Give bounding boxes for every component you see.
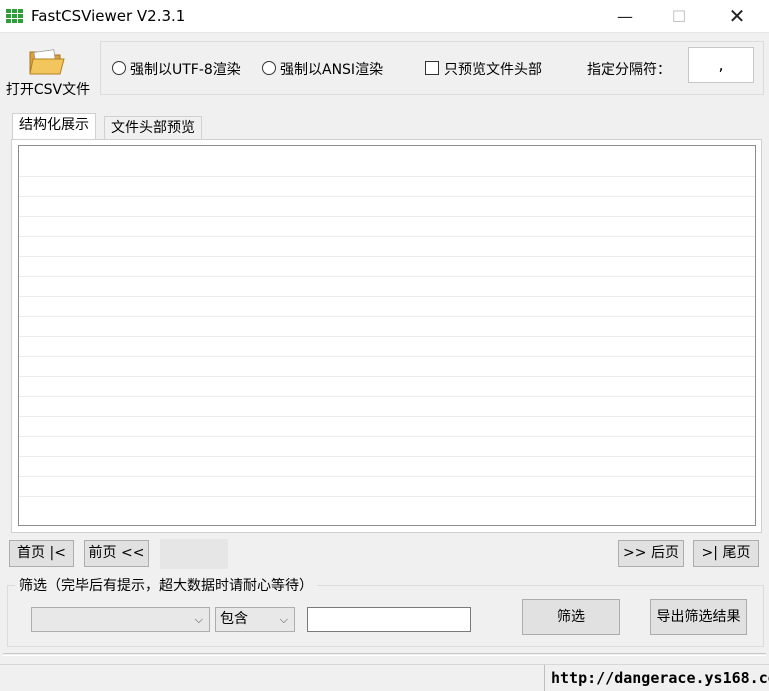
filter-text-input[interactable] bbox=[307, 607, 471, 632]
utf8-radio[interactable] bbox=[112, 61, 126, 75]
grid-row bbox=[19, 176, 755, 177]
grid-app-icon bbox=[6, 9, 24, 23]
status-url[interactable]: http://dangerace.ys168.com bbox=[544, 665, 769, 691]
grid-row bbox=[19, 256, 755, 257]
tab-header-preview[interactable]: 文件头部预览 bbox=[104, 116, 202, 140]
grid-row bbox=[19, 316, 755, 317]
structured-view-panel bbox=[11, 139, 762, 533]
close-button[interactable]: ✕ bbox=[714, 0, 760, 33]
filter-mode-select[interactable]: 包含 ⌵ bbox=[215, 607, 295, 632]
grid-row bbox=[19, 436, 755, 437]
preview-header-label[interactable]: 只预览文件头部 bbox=[444, 59, 542, 79]
chevron-down-icon: ⌵ bbox=[194, 613, 203, 626]
ansi-radio-label[interactable]: 强制以ANSI渲染 bbox=[280, 59, 383, 79]
window-title: FastCSViewer V2.3.1 bbox=[31, 7, 186, 25]
next-page-button[interactable]: >> 后页 bbox=[618, 540, 684, 567]
maximize-button[interactable]: ☐ bbox=[656, 0, 702, 33]
divider bbox=[3, 653, 766, 656]
render-options-panel: 强制以UTF-8渲染 强制以ANSI渲染 只预览文件头部 指定分隔符： , bbox=[100, 41, 764, 95]
minimize-button[interactable]: — bbox=[602, 0, 648, 33]
grid-row bbox=[19, 196, 755, 197]
separator-label: 指定分隔符： bbox=[587, 62, 671, 78]
grid-row bbox=[19, 236, 755, 237]
grid-row bbox=[19, 216, 755, 217]
folder-open-icon bbox=[29, 49, 65, 75]
tab-structured-view[interactable]: 结构化展示 bbox=[12, 113, 96, 140]
grid-row bbox=[19, 276, 755, 277]
filter-mode-value: 包含 bbox=[220, 611, 248, 627]
prev-page-button[interactable]: 前页 << bbox=[84, 540, 149, 567]
export-results-button[interactable]: 导出筛选结果 bbox=[650, 599, 747, 635]
ansi-radio[interactable] bbox=[262, 61, 276, 75]
filter-legend: 筛选（完毕后有提示，超大数据时请耐心等待） bbox=[15, 575, 317, 595]
page-info bbox=[160, 539, 228, 569]
filter-column-select[interactable]: ⌵ bbox=[31, 607, 210, 632]
preview-header-checkbox[interactable] bbox=[425, 61, 439, 75]
filter-button[interactable]: 筛选 bbox=[522, 599, 620, 635]
grid-row bbox=[19, 496, 755, 497]
data-grid[interactable] bbox=[18, 145, 756, 526]
grid-row bbox=[19, 356, 755, 357]
last-page-button[interactable]: >| 尾页 bbox=[693, 540, 759, 567]
grid-row bbox=[19, 296, 755, 297]
first-page-button[interactable]: 首页 |< bbox=[9, 540, 74, 567]
chevron-down-icon: ⌵ bbox=[279, 613, 288, 626]
grid-row bbox=[19, 456, 755, 457]
grid-row bbox=[19, 336, 755, 337]
open-csv-button[interactable]: 打开CSV文件 bbox=[3, 42, 90, 100]
title-bar: FastCSViewer V2.3.1 — ☐ ✕ bbox=[0, 0, 769, 33]
grid-row bbox=[19, 396, 755, 397]
grid-row bbox=[19, 376, 755, 377]
grid-row bbox=[19, 416, 755, 417]
grid-row bbox=[19, 476, 755, 477]
utf8-radio-label[interactable]: 强制以UTF-8渲染 bbox=[130, 59, 241, 79]
open-csv-label: 打开CSV文件 bbox=[5, 82, 91, 98]
separator-input[interactable]: , bbox=[688, 47, 754, 83]
